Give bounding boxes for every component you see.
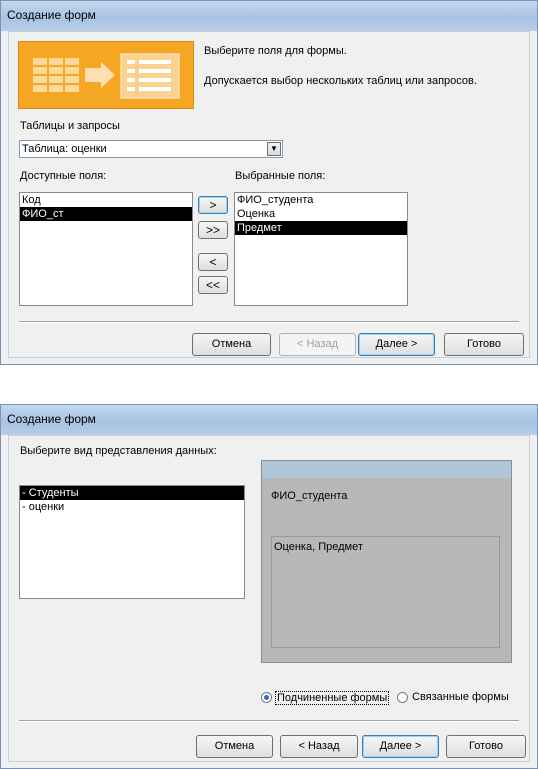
add-field-button[interactable]: > <box>198 196 228 214</box>
back-button[interactable]: < Назад <box>279 333 356 356</box>
preview-header <box>262 461 511 478</box>
selected-fields-list[interactable]: ФИО_студента Оценка Предмет <box>234 192 408 306</box>
view-list[interactable]: - Студенты - оценки <box>19 485 245 599</box>
wizard-illustration <box>18 41 194 109</box>
add-all-fields-button[interactable]: >> <box>198 221 228 239</box>
preview-subform: Оценка, Предмет <box>271 536 500 648</box>
tables-combobox-value: Таблица: оценки <box>22 143 107 155</box>
dialog-title: Создание форм <box>7 412 96 426</box>
dialog-client-area: Выберите вид представления данных: - Сту… <box>8 435 530 762</box>
linked-forms-radio[interactable] <box>397 692 408 703</box>
available-fields-label: Доступные поля: <box>20 170 107 182</box>
finish-button[interactable]: Готово <box>444 333 524 356</box>
remove-all-fields-button[interactable]: << <box>198 276 228 294</box>
remove-field-button[interactable]: < <box>198 253 228 271</box>
selected-fields-label: Выбранные поля: <box>235 170 326 182</box>
list-item[interactable]: ФИО_студента <box>235 193 407 207</box>
form-wizard-dialog-view: Создание форм Выберите вид представления… <box>0 404 538 769</box>
list-item[interactable]: Предмет <box>235 221 407 235</box>
list-item[interactable]: Код <box>20 193 192 207</box>
cancel-button[interactable]: Отмена <box>196 735 273 758</box>
linked-forms-radio-label[interactable]: Связанные формы <box>412 691 509 703</box>
title-bar[interactable]: Создание форм <box>1 405 537 435</box>
table-to-form-icon <box>33 53 180 99</box>
divider <box>19 321 519 323</box>
divider <box>19 720 519 722</box>
form-wizard-dialog-fields: Создание форм Выберите поля для формы. Д… <box>0 0 538 365</box>
subforms-radio-label[interactable]: Подчиненные формы <box>275 691 390 705</box>
back-button[interactable]: < Назад <box>280 735 358 758</box>
next-button[interactable]: Далее > <box>358 333 435 356</box>
dialog-title: Создание форм <box>7 8 96 22</box>
list-item[interactable]: ФИО_ст <box>20 207 192 221</box>
subforms-radio[interactable] <box>261 692 272 703</box>
chevron-down-icon[interactable]: ▼ <box>267 142 281 156</box>
list-item[interactable]: - оценки <box>20 500 244 514</box>
list-item[interactable]: - Студенты <box>20 486 244 500</box>
preview-sub-fields: Оценка, Предмет <box>274 541 363 553</box>
intro-line-1: Выберите поля для формы. <box>204 45 347 57</box>
finish-button[interactable]: Готово <box>446 735 526 758</box>
available-fields-list[interactable]: Код ФИО_ст <box>19 192 193 306</box>
tables-combobox[interactable]: Таблица: оценки ▼ <box>19 140 283 158</box>
intro-line-2: Допускается выбор нескольких таблиц или … <box>204 75 477 87</box>
tables-label: Таблицы и запросы <box>20 120 120 132</box>
preview-main-field: ФИО_студента <box>271 490 348 502</box>
dialog-client-area: Выберите поля для формы. Допускается выб… <box>8 31 530 358</box>
form-preview: ФИО_студента Оценка, Предмет <box>261 460 512 663</box>
list-item[interactable]: Оценка <box>235 207 407 221</box>
title-bar[interactable]: Создание форм <box>1 1 537 31</box>
view-prompt: Выберите вид представления данных: <box>20 445 217 457</box>
next-button[interactable]: Далее > <box>362 735 439 758</box>
cancel-button[interactable]: Отмена <box>192 333 271 356</box>
